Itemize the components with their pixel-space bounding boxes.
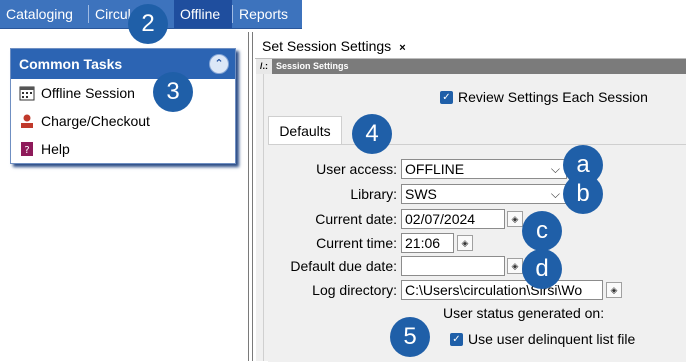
- collapse-icon[interactable]: ⌃: [209, 54, 229, 74]
- window-title: Session Settings: [276, 61, 349, 71]
- calendar-icon: [19, 86, 35, 101]
- current-time-value: 21:06: [405, 235, 441, 251]
- calendar-picker-icon[interactable]: ◈: [507, 211, 523, 227]
- calendar-picker-icon[interactable]: ◈: [507, 258, 523, 274]
- callout-5: 5: [390, 317, 430, 357]
- current-date-label: Current date:: [315, 211, 397, 227]
- callout-d: d: [522, 249, 562, 289]
- log-directory-label: Log directory:: [312, 282, 397, 298]
- library-value: SWS: [405, 186, 437, 202]
- current-date-value: 02/07/2024: [405, 211, 476, 227]
- user-access-select[interactable]: OFFLINE ⌵: [401, 159, 567, 179]
- user-access-label: User access:: [316, 161, 397, 177]
- task-label: Help: [41, 141, 70, 157]
- review-settings-label: Review Settings Each Session: [458, 89, 648, 105]
- menu-offline[interactable]: Offline: [174, 0, 232, 28]
- callout-3: 3: [153, 72, 193, 112]
- window-menu-icon[interactable]: /.:: [256, 59, 272, 74]
- user-checkout-icon: [21, 114, 33, 128]
- log-directory-value: C:\Users\circulation\Sirsi\Wo: [405, 282, 583, 298]
- browse-folder-icon[interactable]: ◈: [606, 282, 622, 298]
- callout-4: 4: [352, 114, 392, 154]
- log-directory-field[interactable]: C:\Users\circulation\Sirsi\Wo: [401, 280, 603, 300]
- due-date-label: Default due date:: [290, 258, 397, 274]
- library-label: Library:: [350, 186, 397, 202]
- chevron-down-icon: ⌵: [550, 187, 560, 201]
- current-date-field[interactable]: 02/07/2024: [401, 209, 505, 229]
- user-access-value: OFFLINE: [405, 161, 465, 177]
- task-offline-session[interactable]: Offline Session: [11, 79, 235, 107]
- task-label: Charge/Checkout: [41, 113, 150, 129]
- task-charge-checkout[interactable]: Charge/Checkout: [11, 107, 235, 135]
- menu-reports[interactable]: Reports: [233, 0, 294, 28]
- current-time-field[interactable]: 21:06: [401, 233, 454, 253]
- chevron-down-icon: ⌵: [550, 162, 560, 176]
- delinquent-list-checkbox[interactable]: ✓: [450, 333, 463, 346]
- menu-cataloging[interactable]: Cataloging: [0, 0, 79, 28]
- due-date-field[interactable]: [401, 256, 505, 276]
- close-icon[interactable]: ×: [399, 42, 405, 54]
- tab-defaults[interactable]: Defaults: [268, 116, 342, 145]
- task-help[interactable]: ? Help: [11, 135, 235, 163]
- session-settings-titlebar: /.: Session Settings: [256, 59, 686, 74]
- help-icon: ?: [21, 142, 33, 156]
- callout-c: c: [522, 211, 562, 251]
- library-select[interactable]: SWS ⌵: [401, 184, 567, 204]
- callout-b: b: [563, 174, 603, 214]
- common-tasks-header[interactable]: Common Tasks ⌃: [11, 49, 235, 79]
- svg-text:?: ?: [24, 145, 29, 156]
- common-tasks-panel: Common Tasks ⌃ Offline Session Charge/Ch…: [10, 48, 236, 164]
- current-time-label: Current time:: [316, 235, 397, 251]
- callout-2: 2: [128, 4, 168, 44]
- user-status-label: User status generated on:: [443, 305, 605, 321]
- task-label: Offline Session: [41, 85, 135, 101]
- common-tasks-title: Common Tasks: [19, 56, 123, 72]
- review-settings-checkbox[interactable]: ✓: [440, 91, 453, 104]
- delinquent-list-label: Use user delinquent list file: [468, 331, 636, 347]
- tab-label: Set Session Settings: [262, 38, 392, 54]
- time-picker-icon[interactable]: ◈: [457, 235, 473, 251]
- tab-set-session-settings[interactable]: Set Session Settings ×: [256, 34, 412, 58]
